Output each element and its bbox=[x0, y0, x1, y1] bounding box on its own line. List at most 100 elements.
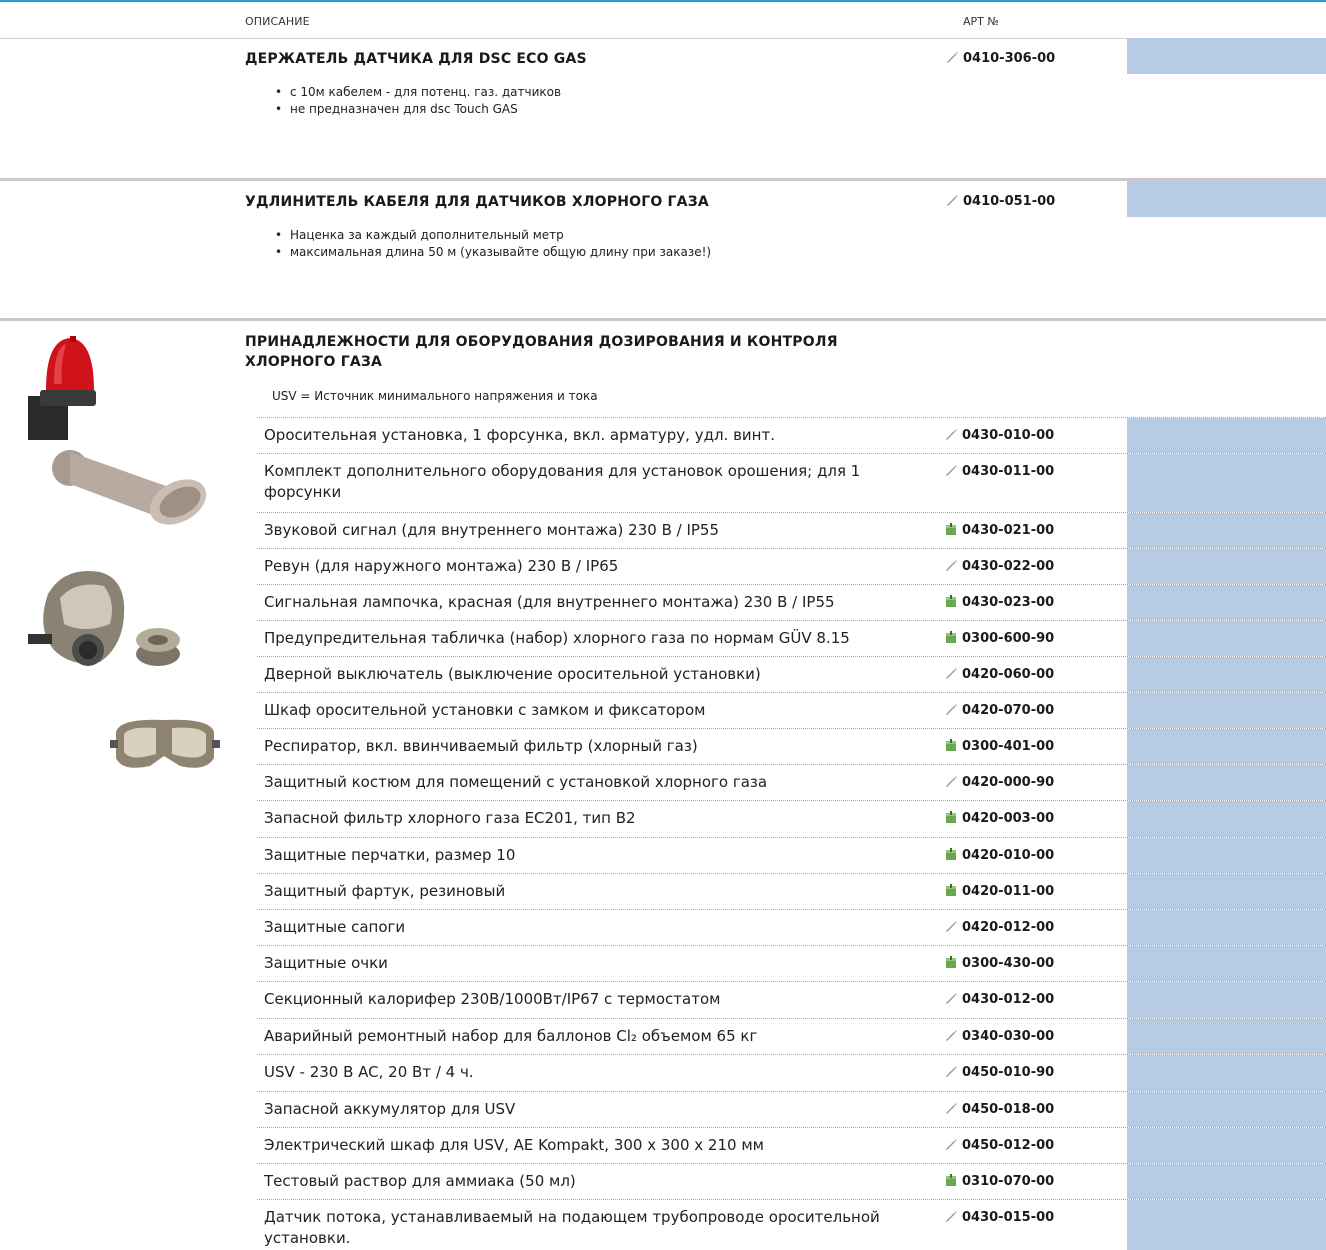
row-article-number[interactable]: 0450-010-90 bbox=[944, 1064, 1054, 1082]
article-code: 0430-010-00 bbox=[962, 428, 1055, 443]
order-column-cell bbox=[1127, 181, 1326, 217]
order-column-cell bbox=[1127, 910, 1326, 945]
row-description: Электрический шкаф для USV, AE Kompakt, … bbox=[264, 1136, 764, 1154]
article-code: 0430-015-00 bbox=[962, 1210, 1055, 1225]
table-row: Защитные перчатки, размер 10 0420-010-00 bbox=[257, 837, 1326, 873]
stock-box-icon bbox=[946, 956, 956, 968]
row-description: Запасной фильтр хлорного газа EC201, тип… bbox=[264, 809, 636, 827]
table-row: Звуковой сигнал (для внутреннего монтажа… bbox=[257, 512, 1326, 548]
table-row: Тестовый раствор для аммиака (50 мл) 0310… bbox=[257, 1163, 1326, 1199]
feature-item: не предназначен для dsc Touch GAS bbox=[275, 101, 561, 118]
row-article-number[interactable]: 0430-010-00 bbox=[944, 427, 1054, 445]
row-article-number[interactable]: 0340-030-00 bbox=[944, 1028, 1054, 1046]
feature-item: максимальная длина 50 м (указывайте общу… bbox=[275, 244, 711, 261]
table-row: Оросительная установка, 1 форсунка, вкл.… bbox=[257, 417, 1326, 453]
article-code: 0420-060-00 bbox=[962, 667, 1055, 682]
row-description: USV - 230 В AC, 20 Вт / 4 ч. bbox=[264, 1063, 474, 1081]
pencil-icon bbox=[946, 465, 957, 476]
table-row: Защитные очки 0300-430-00 bbox=[257, 945, 1326, 981]
row-article-number[interactable]: 0420-012-00 bbox=[944, 919, 1054, 937]
pencil-icon bbox=[946, 1211, 957, 1222]
row-article-number[interactable]: 0420-003-00 bbox=[944, 810, 1054, 828]
order-column-cell bbox=[1127, 946, 1326, 981]
row-article-number[interactable]: 0310-070-00 bbox=[944, 1173, 1054, 1191]
row-article-number[interactable]: 0430-023-00 bbox=[944, 594, 1054, 612]
stock-box-icon bbox=[946, 1174, 956, 1186]
feature-list: с 10м кабелем - для потенц. газ. датчико… bbox=[275, 84, 561, 118]
row-article-number[interactable]: 0300-401-00 bbox=[944, 738, 1054, 756]
pencil-icon bbox=[947, 195, 958, 206]
row-description: Комплект дополнительного оборудования дл… bbox=[264, 462, 861, 501]
row-article-number[interactable]: 0420-060-00 bbox=[944, 666, 1054, 684]
pencil-icon bbox=[946, 776, 957, 787]
row-article-number[interactable]: 0430-015-00 bbox=[944, 1209, 1054, 1227]
article-code: 0420-003-00 bbox=[962, 811, 1055, 826]
stock-box-icon bbox=[946, 739, 956, 751]
feature-list: Наценка за каждый дополнительный метр ма… bbox=[275, 227, 711, 261]
row-article-number[interactable]: 0300-600-90 bbox=[944, 630, 1054, 648]
accessories-table: Оросительная установка, 1 форсунка, вкл.… bbox=[257, 417, 1326, 1250]
order-column-cell bbox=[1127, 513, 1326, 548]
row-description: Защитные сапоги bbox=[264, 918, 406, 936]
stock-box-icon bbox=[946, 523, 956, 535]
row-article-number[interactable]: 0420-070-00 bbox=[944, 702, 1054, 720]
row-article-number[interactable]: 0420-010-00 bbox=[944, 847, 1054, 865]
pencil-icon bbox=[946, 1139, 957, 1150]
row-description: Оросительная установка, 1 форсунка, вкл.… bbox=[264, 426, 775, 444]
row-article-number[interactable]: 0300-430-00 bbox=[944, 955, 1054, 973]
horn-siren-image bbox=[52, 450, 207, 525]
table-row: Электрический шкаф для USV, AE Kompakt, … bbox=[257, 1127, 1326, 1163]
article-code: 0410-306-00 bbox=[963, 51, 1056, 66]
article-number[interactable]: 0410-051-00 bbox=[945, 192, 1055, 212]
stock-box-icon bbox=[946, 595, 956, 607]
row-description: Секционный калорифер 230В/1000Вт/IP67 с … bbox=[264, 990, 721, 1008]
pencil-icon bbox=[947, 52, 958, 63]
table-row: Дверной выключатель (выключение оросител… bbox=[257, 656, 1326, 692]
row-article-number[interactable]: 0430-011-00 bbox=[944, 463, 1054, 481]
row-description: Защитные перчатки, размер 10 bbox=[264, 846, 516, 864]
row-article-number[interactable]: 0420-000-90 bbox=[944, 774, 1054, 792]
row-description: Шкаф оросительной установки с замком и ф… bbox=[264, 701, 706, 719]
table-row: Датчик потока, устанавливаемый на подающ… bbox=[257, 1199, 1326, 1250]
table-row: Сигнальная лампочка, красная (для внутре… bbox=[257, 584, 1326, 620]
article-code: 0450-018-00 bbox=[962, 1102, 1055, 1117]
article-code: 0430-012-00 bbox=[962, 992, 1055, 1007]
row-description: Дверной выключатель (выключение оросител… bbox=[264, 665, 761, 683]
stock-box-icon bbox=[946, 884, 956, 896]
article-code: 0420-012-00 bbox=[962, 920, 1055, 935]
row-article-number[interactable]: 0450-012-00 bbox=[944, 1137, 1054, 1155]
row-article-number[interactable]: 0450-018-00 bbox=[944, 1101, 1054, 1119]
order-column-cell bbox=[1127, 1019, 1326, 1054]
order-column-cell bbox=[1127, 801, 1326, 837]
order-column-cell bbox=[1127, 874, 1326, 909]
usv-note: USV = Источник минимального напряжения и… bbox=[272, 389, 598, 403]
row-description: Предупредительная табличка (набор) хлорн… bbox=[264, 629, 850, 647]
pencil-icon bbox=[946, 1066, 957, 1077]
row-article-number[interactable]: 0430-021-00 bbox=[944, 522, 1054, 540]
article-number[interactable]: 0410-306-00 bbox=[945, 49, 1055, 69]
table-row: Ревун (для наружного монтажа) 230 В / IP… bbox=[257, 548, 1326, 584]
article-code: 0420-011-00 bbox=[962, 884, 1055, 899]
table-row: Защитные сапоги 0420-012-00 bbox=[257, 909, 1326, 945]
table-header: ОПИСАНИЕ АРТ № bbox=[0, 0, 1326, 39]
column-header-article: АРТ № bbox=[963, 15, 999, 28]
row-article-number[interactable]: 0430-012-00 bbox=[944, 991, 1054, 1009]
article-code: 0300-430-00 bbox=[962, 956, 1055, 971]
stock-box-icon bbox=[946, 848, 956, 860]
row-article-number[interactable]: 0430-022-00 bbox=[944, 558, 1054, 576]
article-code: 0430-023-00 bbox=[962, 595, 1055, 610]
stock-box-icon bbox=[946, 631, 956, 643]
row-description: Защитные очки bbox=[264, 954, 388, 972]
order-column-cell bbox=[1127, 1055, 1326, 1091]
pencil-icon bbox=[946, 704, 957, 715]
row-article-number[interactable]: 0420-011-00 bbox=[944, 883, 1054, 901]
order-column-cell bbox=[1127, 454, 1326, 512]
column-header-description: ОПИСАНИЕ bbox=[245, 15, 310, 28]
row-description: Тестовый раствор для аммиака (50 мл) bbox=[264, 1172, 576, 1190]
table-row: Предупредительная табличка (набор) хлорн… bbox=[257, 620, 1326, 656]
row-description: Запасной аккумулятор для USV bbox=[264, 1100, 516, 1118]
order-column-cell bbox=[1127, 418, 1326, 453]
order-column-cell bbox=[1127, 1164, 1326, 1199]
table-row: Комплект дополнительного оборудования дл… bbox=[257, 453, 1326, 512]
table-row: Аварийный ремонтный набор для баллонов C… bbox=[257, 1018, 1326, 1054]
